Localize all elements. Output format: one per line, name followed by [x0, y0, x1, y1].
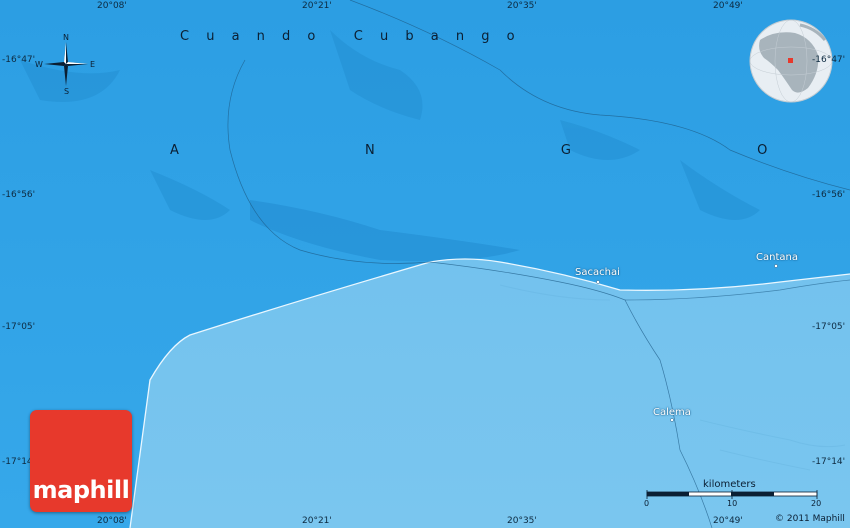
compass-s: S: [64, 87, 70, 96]
compass-e: E: [90, 60, 96, 69]
maphill-logo[interactable]: maphill: [30, 410, 132, 512]
lat-label-left-2: -16°56': [2, 190, 36, 200]
place-dot-sacachai: [596, 280, 600, 284]
lon-label-top-1: 20°08': [97, 1, 127, 11]
lon-label-bottom-1: 20°08': [97, 516, 127, 526]
province-label: C u a n d o C u b a n g o: [180, 29, 522, 44]
lon-label-bottom-4: 20°49': [713, 516, 743, 526]
lat-label-left-1: -16°47': [2, 55, 36, 65]
place-dot-calema: [670, 418, 674, 422]
country-label: A N G O L A: [170, 143, 850, 158]
scale-tick-0: 0: [644, 499, 650, 508]
lon-label-top-2: 20°21': [302, 1, 332, 11]
compass-n: N: [63, 33, 69, 42]
place-dot-cantana: [774, 264, 778, 268]
lat-label-left-3: -17°05': [2, 322, 36, 332]
scale-title: kilometers: [703, 479, 756, 490]
lat-label-right-3: -17°05': [812, 322, 846, 332]
logo-text: maphill: [32, 476, 130, 504]
place-label-calema[interactable]: Calema: [653, 407, 691, 418]
lon-label-bottom-2: 20°21': [302, 516, 332, 526]
copyright-text: © 2011 Maphill: [775, 514, 845, 524]
lat-label-right-1: -16°47': [812, 55, 846, 65]
map-canvas[interactable]: 20°08' 20°21' 20°35' 20°49' 20°08' 20°21…: [0, 0, 850, 528]
place-label-sacachai[interactable]: Sacachai: [575, 267, 620, 278]
lon-label-bottom-3: 20°35': [507, 516, 537, 526]
compass-w: W: [35, 60, 43, 69]
lon-label-top-3: 20°35': [507, 1, 537, 11]
lat-label-right-4: -17°14': [812, 457, 846, 467]
lat-label-right-2: -16°56': [812, 190, 846, 200]
scale-tick-10: 10: [727, 499, 738, 508]
scale-tick-20: 20: [811, 499, 822, 508]
place-label-cantana[interactable]: Cantana: [756, 252, 798, 263]
lon-label-top-4: 20°49': [713, 1, 743, 11]
